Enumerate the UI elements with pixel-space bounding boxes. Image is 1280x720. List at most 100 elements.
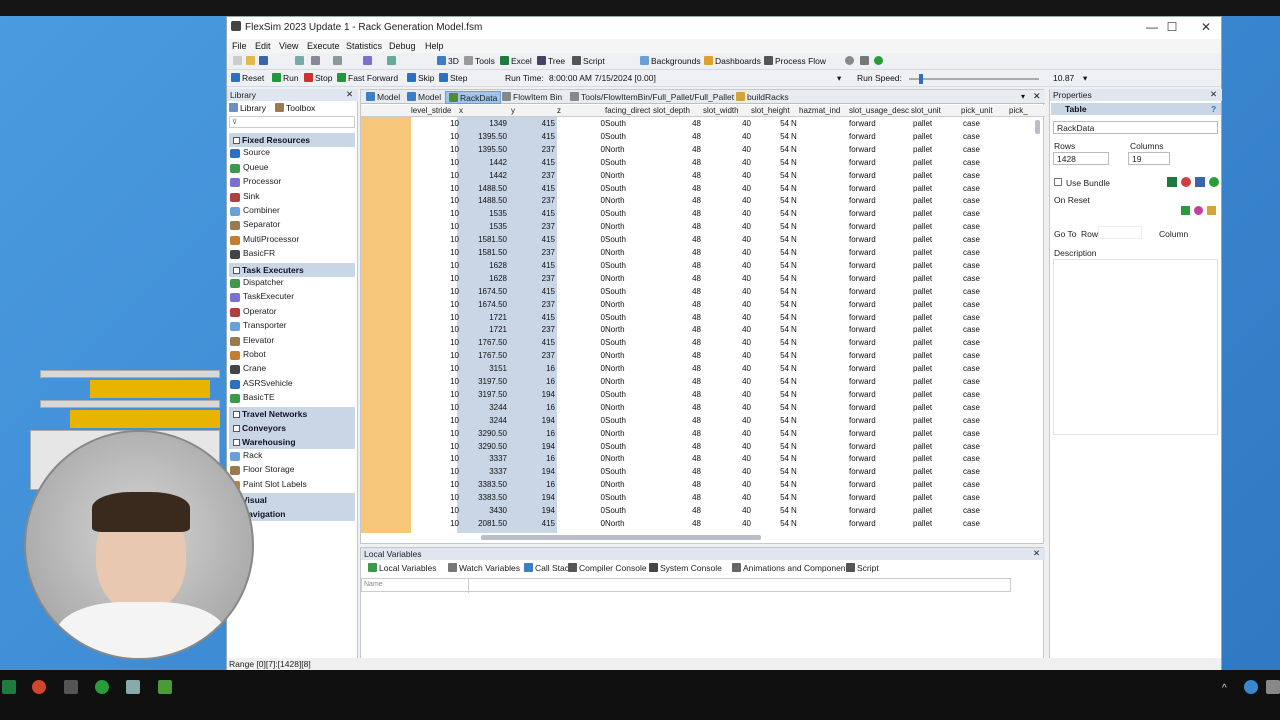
table-cell[interactable]: 48 [655, 480, 701, 489]
library-category[interactable]: Warehousing [229, 435, 355, 450]
library-item[interactable]: Floor Storage [229, 464, 355, 478]
table-cell[interactable]: case [963, 325, 1009, 334]
table-cell[interactable]: North [605, 364, 635, 373]
table-cell[interactable]: 48 [655, 287, 701, 296]
table-cell[interactable]: 48 [655, 338, 701, 347]
library-category[interactable]: Fixed Resources [229, 133, 355, 147]
table-cell[interactable]: pallet [913, 119, 961, 128]
table-cell[interactable]: 54 [753, 416, 789, 425]
table-cell[interactable]: North [605, 325, 635, 334]
table-cell[interactable]: 54 [753, 403, 789, 412]
library-category[interactable]: Visual [229, 493, 355, 507]
table-cell[interactable]: pallet [913, 209, 961, 218]
table-cell[interactable]: forward [849, 442, 909, 451]
local-vars-tab[interactable]: Animations and Components [729, 562, 855, 575]
table-cell[interactable]: 54 [753, 351, 789, 360]
table-cell[interactable]: forward [849, 390, 909, 399]
table-cell[interactable]: 0 [557, 351, 605, 360]
table-cell[interactable]: 16 [507, 377, 555, 386]
table-cell[interactable]: 0 [557, 209, 605, 218]
table-cell[interactable]: 0 [557, 235, 605, 244]
table-cell[interactable]: pallet [913, 196, 961, 205]
column-header[interactable]: hazmat_ind [799, 106, 840, 115]
table-cell[interactable]: case [963, 209, 1009, 218]
table-cell[interactable]: 40 [705, 235, 751, 244]
table-cell[interactable]: 48 [655, 132, 701, 141]
table-cell[interactable]: 54 [753, 248, 789, 257]
table-cell[interactable]: N [791, 338, 803, 347]
table-cell[interactable]: 237 [507, 325, 555, 334]
table-cell[interactable]: pallet [913, 506, 961, 515]
columns-field[interactable]: 19 [1128, 152, 1170, 165]
table-cell[interactable]: 40 [705, 145, 751, 154]
library-item[interactable]: Elevator [229, 335, 355, 349]
table-cell[interactable]: 54 [753, 235, 789, 244]
horizontal-scrollbar[interactable] [481, 535, 761, 540]
table-section-header[interactable]: Table? [1051, 103, 1221, 115]
table-cell[interactable]: 10 [411, 403, 459, 412]
table-cell[interactable]: 0 [557, 480, 605, 489]
column-header[interactable]: y [511, 106, 515, 115]
table-cell[interactable]: South [605, 442, 635, 451]
menu-file[interactable]: File [232, 41, 247, 51]
table-cell[interactable]: 0 [557, 429, 605, 438]
table-cell[interactable]: forward [849, 338, 909, 347]
table-cell[interactable]: 0 [557, 338, 605, 347]
local-vars-tab[interactable]: Local Variables [365, 562, 440, 575]
table-cell[interactable]: pallet [913, 493, 961, 502]
library-item[interactable]: Combiner [229, 205, 355, 219]
table-cell[interactable]: 54 [753, 209, 789, 218]
library-item[interactable]: BasicFR [229, 248, 355, 262]
table-cell[interactable]: South [605, 493, 635, 502]
table-cell[interactable]: N [791, 196, 803, 205]
table-cell[interactable]: 10 [411, 429, 459, 438]
table-cell[interactable]: 48 [655, 467, 701, 476]
table-cell[interactable]: pallet [913, 403, 961, 412]
table-cell[interactable]: pallet [913, 480, 961, 489]
network-tray-icon[interactable] [1266, 680, 1280, 694]
table-cell[interactable]: 3197.50 [459, 390, 507, 399]
table-cell[interactable]: 237 [507, 351, 555, 360]
table-cell[interactable]: 0 [557, 196, 605, 205]
table-cell[interactable]: 10 [411, 467, 459, 476]
step-button[interactable]: Step [439, 73, 468, 83]
table-cell[interactable]: 40 [705, 480, 751, 489]
table-cell[interactable]: 1349 [459, 119, 507, 128]
table-cell[interactable]: pallet [913, 467, 961, 476]
table-cell[interactable]: pallet [913, 313, 961, 322]
table-cell[interactable]: 415 [507, 209, 555, 218]
table-cell[interactable]: 3151 [459, 364, 507, 373]
table-cell[interactable]: South [605, 467, 635, 476]
table-cell[interactable]: 415 [507, 158, 555, 167]
table-cell[interactable]: N [791, 403, 803, 412]
table-cell[interactable]: 415 [507, 132, 555, 141]
table-cell[interactable]: 40 [705, 287, 751, 296]
table-cell[interactable]: forward [849, 300, 909, 309]
table-cell[interactable]: 40 [705, 209, 751, 218]
table-cell[interactable]: 10 [411, 261, 459, 270]
table-cell[interactable]: 194 [507, 506, 555, 515]
table-cell[interactable]: South [605, 119, 635, 128]
table-cell[interactable]: case [963, 519, 1009, 528]
table-cell[interactable]: 415 [507, 338, 555, 347]
library-item[interactable]: Crane [229, 363, 355, 377]
help-icon[interactable] [1209, 177, 1219, 187]
table-cell[interactable]: 3290.50 [459, 429, 507, 438]
table-cell[interactable]: South [605, 184, 635, 193]
table-cell[interactable]: North [605, 274, 635, 283]
table-cell[interactable]: 16 [507, 454, 555, 463]
use-bundle-checkbox[interactable] [1054, 178, 1062, 186]
table-cell[interactable]: pallet [913, 274, 961, 283]
table-cell[interactable]: 40 [705, 248, 751, 257]
table-cell[interactable]: forward [849, 261, 909, 270]
table-cell[interactable]: North [605, 222, 635, 231]
flexsim-taskbar-icon[interactable] [64, 680, 78, 694]
table-cell[interactable]: forward [849, 248, 909, 257]
table-cell[interactable]: forward [849, 145, 909, 154]
table-cell[interactable]: 48 [655, 196, 701, 205]
table-cell[interactable]: 54 [753, 442, 789, 451]
table-cell[interactable]: forward [849, 313, 909, 322]
table-cell[interactable]: N [791, 171, 803, 180]
table-cell[interactable]: 1535 [459, 209, 507, 218]
table-cell[interactable]: 16 [507, 480, 555, 489]
